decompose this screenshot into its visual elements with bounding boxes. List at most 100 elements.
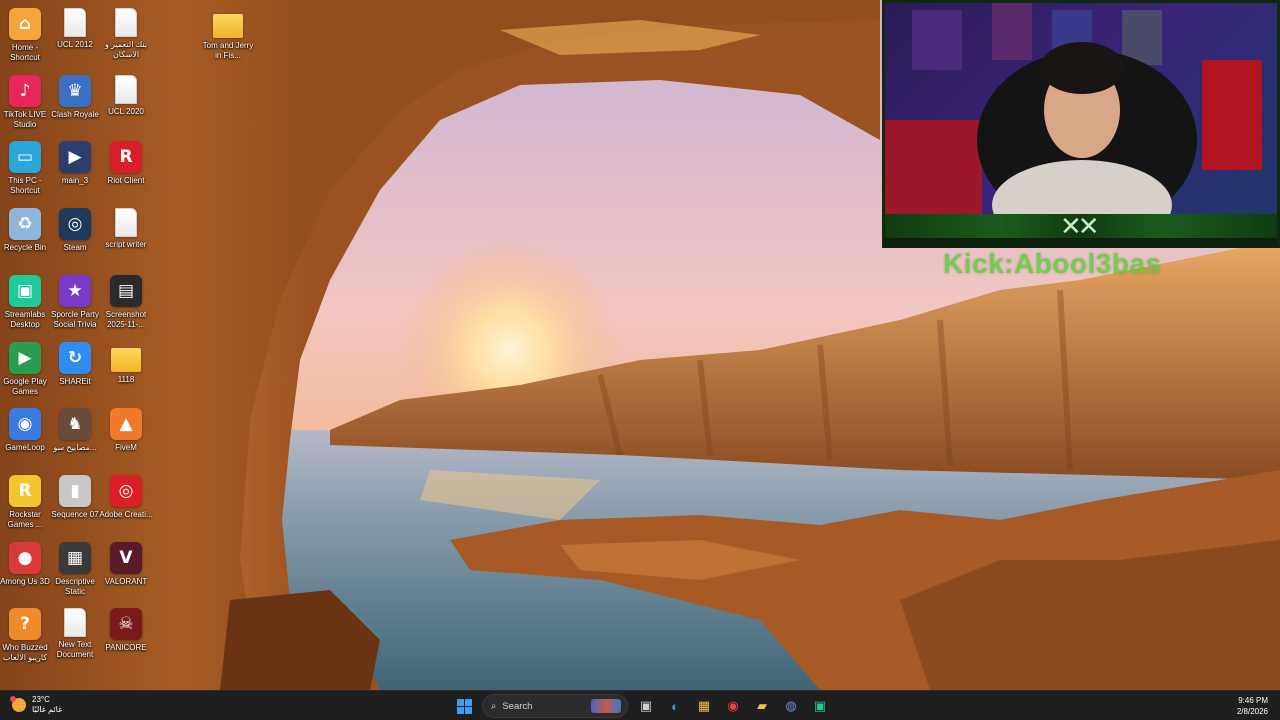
task-view-icon: ▣: [639, 698, 653, 713]
taskbar-app-streamlabs[interactable]: ▣: [808, 694, 832, 718]
desktop-icon-tom-jerry[interactable]: Tom and Jerry in Fis...: [203, 8, 253, 61]
desktop-icon-label: SHAREit: [59, 376, 91, 386]
desktop-icon-label: Recycle Bin: [3, 243, 47, 253]
desktop-icon-fivem[interactable]: ▲ FiveM: [101, 408, 151, 453]
desktop-icon-tiktok[interactable]: ♪ TikTok LIVE Studio: [0, 74, 50, 130]
desktop-icon-steam[interactable]: ◎ Steam: [50, 208, 100, 253]
weather-widget[interactable]: 23°C غائم غالبًا: [10, 695, 63, 715]
desktop-icon-valorant[interactable]: V VALORANT: [101, 541, 151, 587]
arabic-game-icon: ♞: [59, 408, 91, 441]
desktop-icon-descstatic[interactable]: ▦ Descriptive Static: [50, 541, 100, 597]
start-button[interactable]: [452, 694, 476, 718]
desktop-icon-ucl2020[interactable]: UCL 2020: [101, 74, 151, 117]
panicore-icon: ☠: [110, 608, 142, 641]
fivem-icon: ▲: [110, 408, 142, 441]
desktop-icon-label: Who Buzzed كاريبو الالعاب: [2, 643, 48, 663]
clash-icon: ♛: [59, 74, 91, 107]
desktop-icon-label: script writer: [105, 240, 147, 250]
desktop-icon-arabic-game[interactable]: ♞ مصابيح سو...: [50, 408, 100, 453]
desktop-icon-panicore[interactable]: ☠ PANICORE: [101, 608, 151, 653]
desktop-icon-riot[interactable]: R Riot Client: [101, 141, 151, 186]
notification-badge: [10, 696, 16, 702]
desktop-icon-arabic-doc[interactable]: بنك التعمير و الاسكان: [101, 8, 151, 60]
tiktok-icon: ♪: [9, 74, 41, 107]
desktop-icon-label: Steam: [63, 243, 87, 253]
desktop-icon-label: Sporcle Party Social Trivia: [50, 309, 100, 329]
desktop-icon-newtext[interactable]: New Text Document: [50, 608, 100, 660]
arabic-doc-icon: [115, 8, 137, 37]
desktop-icon-gplay[interactable]: ▶ Google Play Games: [0, 341, 50, 397]
taskbar-app-discord[interactable]: ◍: [779, 694, 803, 718]
desktop-icon-label: 1118: [117, 374, 135, 384]
desktop-icon-ucl2012[interactable]: UCL 2012: [50, 8, 100, 50]
ucl2020-icon: [115, 74, 137, 104]
desktop-icon-clash[interactable]: ♛ Clash Royale: [50, 74, 100, 120]
desktop-icon-label: main_3: [61, 176, 89, 186]
desktop-icon-label: UCL 2012: [57, 40, 93, 49]
desktop-icon-label: Tom and Jerry in Fis...: [202, 41, 254, 60]
desktop-icon-main3[interactable]: ▶ main_3: [50, 141, 100, 186]
taskbar-app-file-explorer[interactable]: ▰: [750, 694, 774, 718]
chrome-icon: ◉: [727, 698, 739, 713]
desktop-icon-label: GameLoop: [5, 443, 45, 453]
adobe-icon: ◎: [110, 474, 142, 507]
gplay-icon: ▶: [9, 341, 41, 374]
ucl2012-icon: [64, 8, 86, 37]
valorant-icon: V: [110, 541, 142, 574]
desktop-icon-gameloop[interactable]: ◉ GameLoop: [0, 408, 50, 453]
desktop-icon-label: This PC - Shortcut: [8, 176, 42, 196]
seq07-icon: ▮: [59, 474, 91, 507]
weather-icon: [10, 696, 26, 712]
desktop-icon-script[interactable]: script writer: [101, 208, 151, 250]
kick-handle-overlay: Kick:Abool3bas: [943, 248, 1162, 279]
clock-date: 2/8/2026: [1236, 707, 1268, 716]
search-box[interactable]: ⌕ Search: [482, 694, 628, 718]
desktop-icon-home[interactable]: ⌂ Home - Shortcut: [0, 8, 50, 63]
desktop-icon-rockstar[interactable]: R Rockstar Games ...: [0, 474, 50, 530]
desktop-icon-screenshot[interactable]: ▤ Screenshot 2025-11-...: [101, 274, 151, 330]
desktop-icon-label: مصابيح سو...: [53, 443, 97, 453]
recycle-icon: ♻: [9, 208, 41, 241]
shareit-icon: ↻: [59, 341, 91, 374]
desktop-icon-label: TikTok LIVE Studio: [3, 109, 47, 129]
desktop-icon-label: UCL 2020: [108, 106, 144, 116]
clock-time: 9:46 PM: [1238, 696, 1268, 705]
desktop-icon-label: Among Us 3D: [0, 576, 50, 586]
desktop-icon-label: Streamlabs Desktop: [4, 309, 46, 329]
f1118-icon: [111, 347, 141, 372]
edge-icon: ◐: [671, 698, 679, 714]
taskbar-pinned-apps: ▣ ◐ ▦ ◉ ▰ ◍ ▣: [634, 694, 832, 718]
taskbar-app-task-view[interactable]: ▣: [634, 694, 658, 718]
desktop-icon-adobe[interactable]: ◎ Adobe Creati...: [99, 474, 153, 520]
desktop-icon-f1118[interactable]: 1118: [101, 342, 151, 385]
streamlabs-icon: ▣: [9, 274, 41, 307]
search-icon: ⌕: [491, 700, 497, 712]
desktop-icon-label: بنك التعمير و الاسكان: [104, 40, 148, 59]
riot-icon: R: [110, 141, 142, 174]
rockstar-icon: R: [9, 474, 41, 507]
weather-description: غائم غالبًا: [32, 705, 63, 714]
discord-icon: ◍: [785, 698, 797, 713]
desktop-icon-recycle[interactable]: ♻ Recycle Bin: [0, 208, 50, 253]
desktop-icon-sporcle[interactable]: ★ Sporcle Party Social Trivia: [50, 274, 100, 330]
script-icon: [115, 208, 137, 238]
taskbar-app-store[interactable]: ▦: [692, 694, 716, 718]
desktop-icon-label: Screenshot 2025-11-...: [105, 309, 147, 329]
taskbar-center: ⌕ Search ▣ ◐ ▦ ◉ ▰ ◍ ▣: [452, 694, 832, 718]
windows-logo-icon: [456, 698, 472, 714]
desktop-icon-label: Google Play Games: [3, 376, 47, 396]
taskbar-app-edge[interactable]: ◐: [663, 694, 687, 718]
tom-jerry-icon: [213, 14, 243, 38]
newtext-icon: [64, 608, 86, 638]
desktop-icon-amongus[interactable]: ● Among Us 3D: [0, 541, 50, 587]
desktop-icon-shareit[interactable]: ↻ SHAREit: [50, 341, 100, 387]
desktop-icon-thispc[interactable]: ▭ This PC - Shortcut: [0, 141, 50, 196]
taskbar-app-chrome[interactable]: ◉: [721, 694, 745, 718]
system-clock[interactable]: 9:46 PM 2/8/2026: [1237, 695, 1268, 717]
descstatic-icon: ▦: [59, 541, 91, 574]
desktop-icon-streamlabs[interactable]: ▣ Streamlabs Desktop: [0, 274, 50, 330]
home-icon: ⌂: [9, 8, 41, 40]
desktop-icon-seq07[interactable]: ▮ Sequence 07: [50, 474, 100, 520]
desktop-icon-whobuzzed[interactable]: ? Who Buzzed كاريبو الالعاب: [0, 608, 50, 663]
desktop-icon-label: Sequence 07: [51, 509, 99, 519]
